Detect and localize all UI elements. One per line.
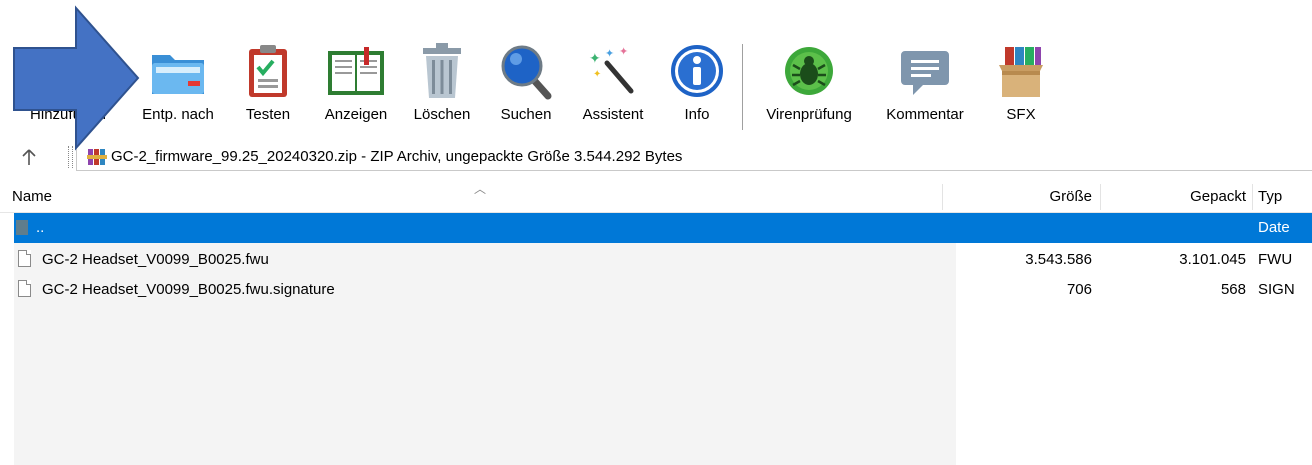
column-type[interactable]: Typ xyxy=(1258,188,1282,205)
column-header: Name ︿ Größe Gepackt Typ xyxy=(0,182,1312,213)
sfx-button[interactable]: SFX xyxy=(990,40,1052,132)
toolbar-separator xyxy=(742,44,743,130)
comment-button[interactable]: Kommentar xyxy=(872,40,978,132)
parent-folder-icon xyxy=(16,220,28,235)
file-name: GC-2 Headset_V0099_B0025.fwu xyxy=(42,251,269,268)
sort-ascending-icon: ︿ xyxy=(474,182,487,196)
column-divider[interactable] xyxy=(1100,184,1101,210)
svg-text:✦: ✦ xyxy=(593,69,601,80)
column-divider[interactable] xyxy=(942,184,943,210)
magic-wand-icon: ✦ ✦ ✦ ✦ xyxy=(582,40,644,102)
column-size[interactable]: Größe xyxy=(1000,188,1092,205)
comment-icon xyxy=(894,40,956,102)
info-icon xyxy=(666,40,728,102)
list-item[interactable]: GC-2 Headset_V0099_B0025.fwu.signature 7… xyxy=(14,275,1312,305)
info-button[interactable]: Info xyxy=(666,40,728,132)
archive-path-field[interactable]: GC-2_firmware_99.25_20240320.zip - ZIP A… xyxy=(76,144,1312,171)
virus-scan-button[interactable]: Virenprüfung xyxy=(754,40,864,132)
file-size: 706 xyxy=(1066,281,1092,298)
test-button[interactable]: Testen xyxy=(232,40,304,132)
annotation-arrow xyxy=(13,5,140,151)
delete-button[interactable]: Löschen xyxy=(404,40,480,132)
file-packed: 3.101.045 xyxy=(1179,251,1246,268)
file-packed: 568 xyxy=(1220,281,1246,298)
sfx-box-icon xyxy=(990,40,1052,102)
view-button[interactable]: Anzeigen xyxy=(310,40,402,132)
file-type: FWU xyxy=(1258,251,1293,268)
file-type: SIGN xyxy=(1258,281,1295,298)
file-type: Date xyxy=(1258,219,1290,236)
file-icon xyxy=(18,250,31,267)
clipboard-check-icon xyxy=(237,40,299,102)
file-size: 3.543.586 xyxy=(1025,251,1092,268)
column-name[interactable]: Name xyxy=(12,188,52,205)
svg-text:✦: ✦ xyxy=(619,45,628,58)
toolbar: Hinzufügen Entp. nach Testen Anzeigen Lö… xyxy=(0,0,1312,135)
file-icon xyxy=(18,280,31,297)
bug-scan-icon xyxy=(778,40,840,102)
file-name: .. xyxy=(36,219,45,236)
file-list[interactable]: .. Date GC-2 Headset_V0099_B0025.fwu 3.5… xyxy=(14,213,1312,465)
find-button[interactable]: Suchen xyxy=(490,40,562,132)
wizard-button[interactable]: ✦ ✦ ✦ ✦ Assistent xyxy=(568,40,658,132)
book-view-icon xyxy=(325,40,387,102)
file-name: GC-2 Headset_V0099_B0025.fwu.signature xyxy=(42,281,335,298)
svg-text:✦: ✦ xyxy=(589,51,601,67)
path-bar: GC-2_firmware_99.25_20240320.zip - ZIP A… xyxy=(0,140,1312,174)
list-item[interactable]: GC-2 Headset_V0099_B0025.fwu 3.543.586 3… xyxy=(14,245,1312,275)
column-divider[interactable] xyxy=(1252,184,1253,210)
archive-path-text: GC-2_firmware_99.25_20240320.zip - ZIP A… xyxy=(111,148,683,165)
list-item-parent-folder[interactable]: .. Date xyxy=(14,213,1312,243)
trash-icon xyxy=(411,40,473,102)
column-packed[interactable]: Gepackt xyxy=(1150,188,1246,205)
magnifier-icon xyxy=(495,40,557,102)
svg-text:✦: ✦ xyxy=(605,47,614,60)
